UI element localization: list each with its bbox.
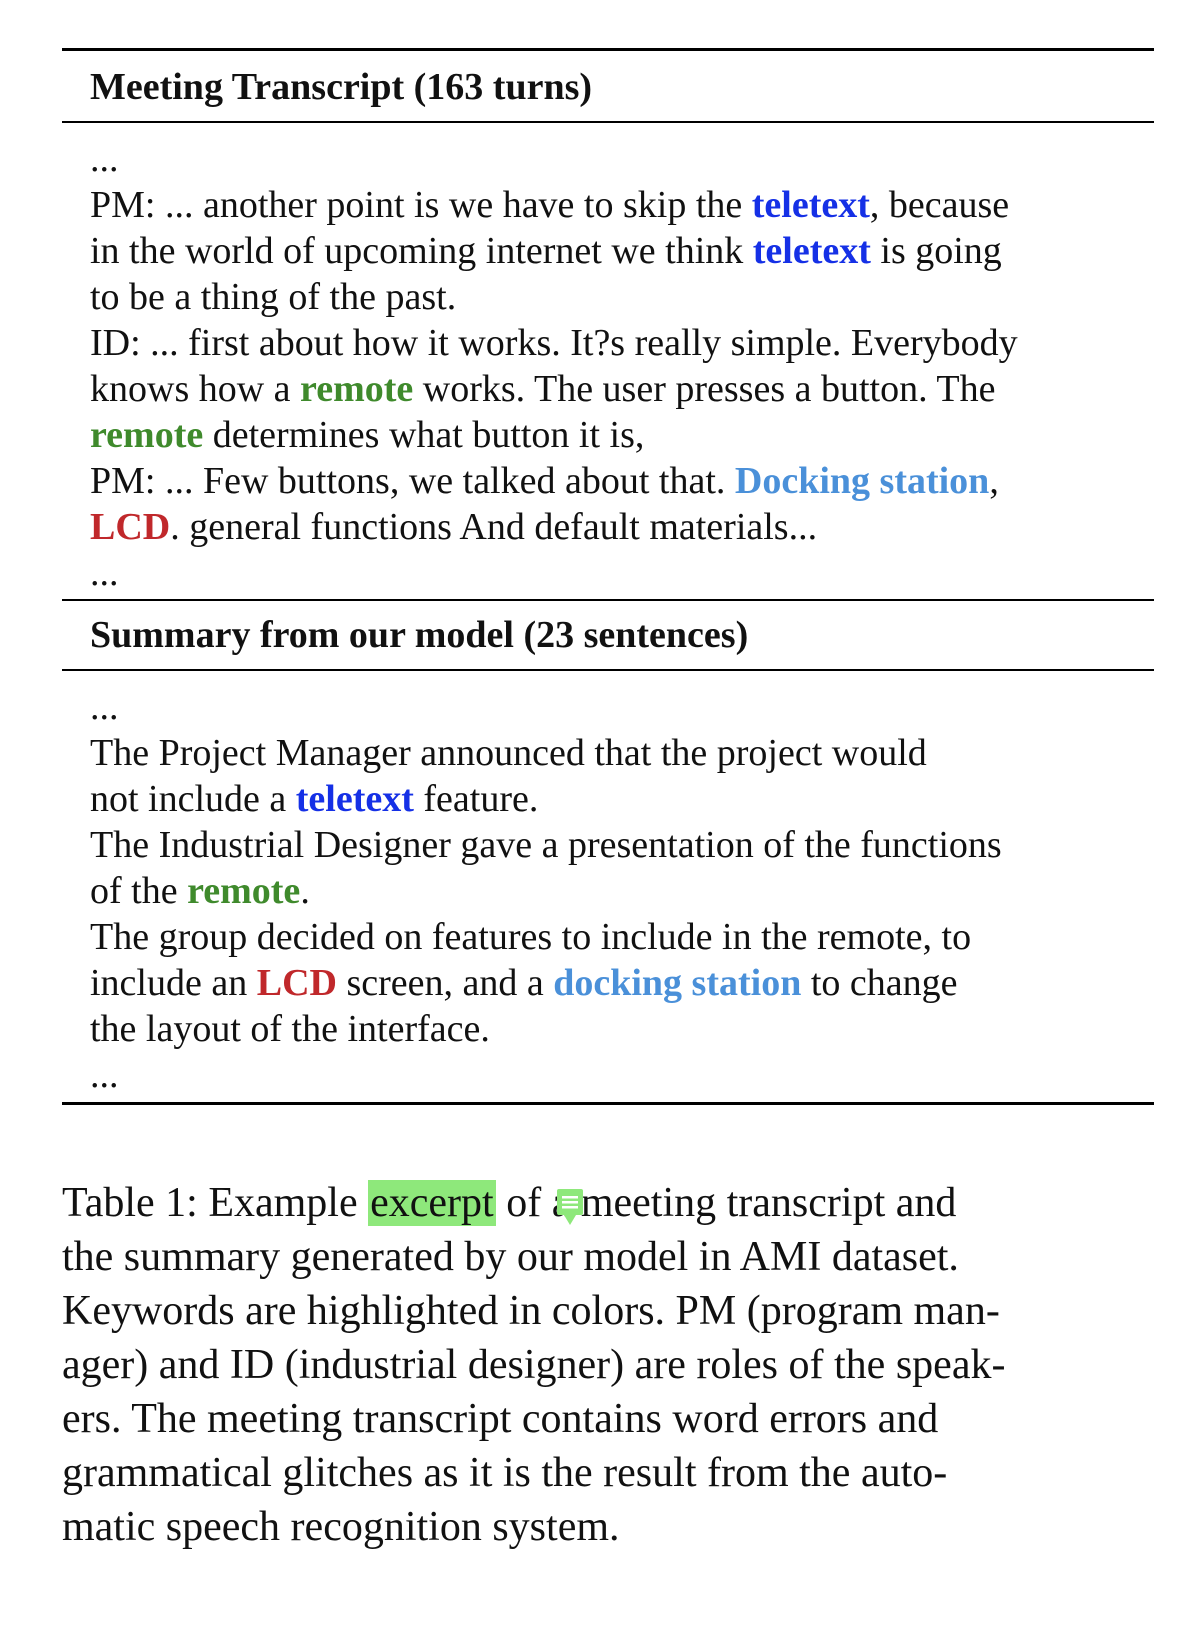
text-segment: PM: ... another point is we have to skip… [90, 184, 752, 226]
summary-line: The Industrial Designer gave a presentat… [90, 822, 1140, 868]
summary-body: ... The Project Manager announced that t… [90, 684, 1140, 1098]
table-caption: Table 1: Example excerpt of a meeting tr… [62, 1176, 1162, 1554]
summary-header-rule [62, 669, 1154, 671]
transcript-lines: PM: ... another point is we have to skip… [90, 182, 1140, 550]
text-segment: in the world of upcoming internet we thi… [90, 230, 753, 272]
caption-line: ers. The meeting transcript contains wor… [62, 1392, 1162, 1446]
table-bottom-rule [62, 1102, 1154, 1105]
summary-line: include an LCD screen, and a docking sta… [90, 960, 1140, 1006]
section-divider-rule [62, 599, 1154, 601]
caption-line: ager) and ID (industrial designer) are r… [62, 1338, 1162, 1392]
summary-line: The group decided on features to include… [90, 914, 1140, 960]
transcript-title: Meeting Transcript (163 turns) [90, 66, 593, 108]
text-segment: , [989, 460, 999, 502]
keyword-green: remote [187, 870, 301, 912]
text-segment: of the [90, 870, 188, 912]
text-segment: ager) and ID (industrial designer) are r… [62, 1342, 1006, 1388]
text-segment: to change [801, 962, 958, 1004]
text-segment: knows how a [90, 368, 301, 410]
transcript-ellipsis-top: ... [90, 138, 119, 180]
text-segment: grammatical glitches as it is the result… [62, 1450, 948, 1496]
summary-line: The Project Manager announced that the p… [90, 730, 1140, 776]
text-segment: works. The user presses a button. The [413, 368, 996, 410]
transcript-line: in the world of upcoming internet we thi… [90, 228, 1140, 274]
summary-line: of the remote. [90, 868, 1140, 914]
keyword-blue: teletext [751, 184, 870, 226]
keyword-light: docking station [553, 962, 802, 1004]
text-segment: . general functions And default material… [170, 506, 818, 548]
summary-lines: The Project Manager announced that the p… [90, 730, 1140, 1052]
text-segment: to be a thing of the past. [90, 276, 457, 318]
caption-line: grammatical glitches as it is the result… [62, 1446, 1162, 1500]
keyword-red: LCD [90, 506, 171, 548]
summary-line: not include a teletext feature. [90, 776, 1140, 822]
text-segment: not include a [90, 778, 296, 820]
text-segment: The group decided on features to include… [90, 916, 972, 958]
text-segment: is going [870, 230, 1002, 272]
text-segment: the layout of the interface. [90, 1008, 490, 1050]
caption-line: Keywords are highlighted in colors. PM (… [62, 1284, 1162, 1338]
transcript-line: ID: ... first about how it works. It?s r… [90, 320, 1140, 366]
summary-line: the layout of the interface. [90, 1006, 1140, 1052]
transcript-line: PM: ... Few buttons, we talked about tha… [90, 458, 1140, 504]
keyword-blue: teletext [295, 778, 414, 820]
caption-line: matic speech recognition system. [62, 1500, 1162, 1554]
transcript-line: LCD. general functions And default mater… [90, 504, 1140, 550]
summary-ellipsis-top: ... [90, 686, 119, 728]
text-segment: The Industrial Designer gave a presentat… [90, 824, 1002, 866]
text-segment: the summary generated by our model in AM… [62, 1234, 959, 1280]
text-segment: matic speech recognition system. [62, 1504, 620, 1550]
transcript-line: PM: ... another point is we have to skip… [90, 182, 1140, 228]
text-segment: PM: ... Few buttons, we talked about tha… [90, 460, 735, 502]
text-segment: determines what button it is, [203, 414, 645, 456]
text-segment: The Project Manager announced that the p… [90, 732, 927, 774]
transcript-body: ... PM: ... another point is we have to … [90, 136, 1140, 596]
transcript-line: to be a thing of the past. [90, 274, 1140, 320]
text-segment: screen, and a [336, 962, 554, 1004]
keyword-blue: teletext [752, 230, 871, 272]
text-segment: ID: ... first about how it works. It?s r… [90, 322, 1018, 364]
text-segment: Table 1: Example [62, 1180, 369, 1226]
text-segment: feature. [413, 778, 539, 820]
summary-title: Summary from our model (23 sentences) [90, 614, 749, 656]
transcript-line: knows how a remote works. The user press… [90, 366, 1140, 412]
transcript-line: remote determines what button it is, [90, 412, 1140, 458]
keyword-green: remote [90, 414, 204, 456]
highlighted-word[interactable]: excerpt [368, 1180, 496, 1226]
comment-icon[interactable] [556, 1188, 584, 1226]
keyword-light: Docking station [734, 460, 990, 502]
table-top-rule [62, 48, 1154, 51]
text-segment: , because [869, 184, 1010, 226]
text-segment: Keywords are highlighted in colors. PM (… [62, 1288, 1000, 1334]
text-segment: ers. The meeting transcript contains wor… [62, 1396, 939, 1442]
summary-ellipsis-bottom: ... [90, 1054, 119, 1096]
caption-line: the summary generated by our model in AM… [62, 1230, 1162, 1284]
caption-line: Table 1: Example excerpt of a meeting tr… [62, 1176, 1162, 1230]
keyword-red: LCD [256, 962, 337, 1004]
text-segment: . [300, 870, 310, 912]
transcript-header-rule [62, 121, 1154, 123]
keyword-green: remote [300, 368, 414, 410]
transcript-ellipsis-bottom: ... [90, 552, 119, 594]
text-segment: include an [90, 962, 257, 1004]
